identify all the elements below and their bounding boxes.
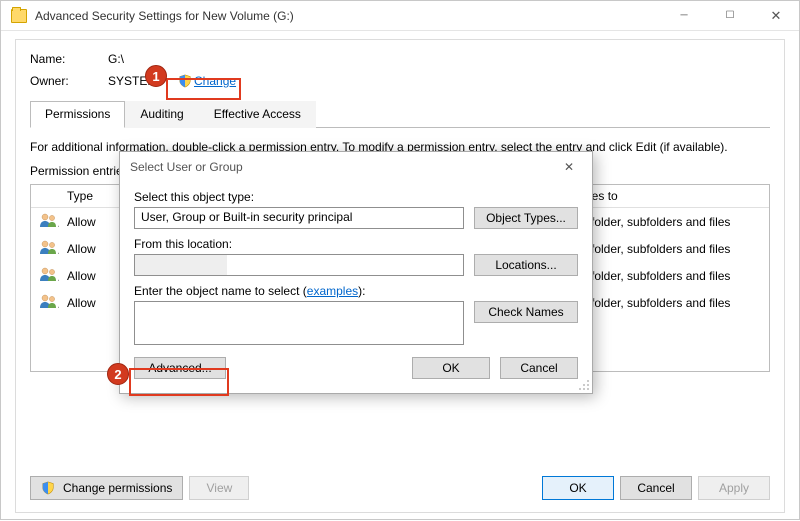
object-type-field[interactable]: User, Group or Built-in security princip… bbox=[134, 207, 464, 229]
tabs: Permissions Auditing Effective Access bbox=[30, 100, 770, 128]
titlebar: Advanced Security Settings for New Volum… bbox=[1, 1, 799, 31]
owner-value: SYSTEM bbox=[108, 74, 178, 88]
change-permissions-button[interactable]: Change permissions bbox=[30, 476, 183, 500]
location-field[interactable] bbox=[134, 254, 464, 276]
users-icon bbox=[39, 267, 57, 281]
dialog-cancel-button[interactable]: Cancel bbox=[500, 357, 578, 379]
shield-icon bbox=[41, 481, 55, 495]
ok-button[interactable]: OK bbox=[542, 476, 614, 500]
object-name-label: Enter the object name to select (example… bbox=[134, 284, 578, 298]
users-icon bbox=[39, 213, 57, 227]
object-name-input[interactable] bbox=[134, 301, 464, 345]
object-type-label: Select this object type: bbox=[134, 190, 578, 204]
shield-icon bbox=[178, 74, 192, 88]
advanced-button[interactable]: Advanced... bbox=[134, 357, 226, 379]
cancel-button[interactable]: Cancel bbox=[620, 476, 692, 500]
minimize-button[interactable]: ─ bbox=[661, 1, 707, 31]
location-label: From this location: bbox=[134, 237, 578, 251]
owner-label: Owner: bbox=[30, 74, 108, 88]
folder-icon bbox=[11, 9, 27, 23]
dialog-title: Select User or Group bbox=[130, 160, 243, 174]
close-button[interactable]: ✕ bbox=[753, 1, 799, 31]
maximize-button[interactable]: ☐ bbox=[707, 1, 753, 31]
locations-button[interactable]: Locations... bbox=[474, 254, 578, 276]
annotation-callout-2: 2 bbox=[107, 363, 129, 385]
tab-permissions[interactable]: Permissions bbox=[30, 101, 125, 128]
annotation-callout-1: 1 bbox=[145, 65, 167, 87]
name-label: Name: bbox=[30, 52, 108, 66]
check-names-button[interactable]: Check Names bbox=[474, 301, 578, 323]
tab-auditing[interactable]: Auditing bbox=[125, 101, 198, 128]
name-value: G:\ bbox=[108, 52, 124, 66]
tab-effective-access[interactable]: Effective Access bbox=[199, 101, 316, 128]
select-user-dialog: Select User or Group ✕ Select this objec… bbox=[119, 151, 593, 394]
change-permissions-label: Change permissions bbox=[63, 481, 172, 495]
window-title: Advanced Security Settings for New Volum… bbox=[35, 9, 294, 23]
view-button: View bbox=[189, 476, 249, 500]
object-types-button[interactable]: Object Types... bbox=[474, 207, 578, 229]
dialog-title-bar: Select User or Group ✕ bbox=[120, 152, 592, 182]
examples-link[interactable]: examples bbox=[307, 284, 358, 298]
resize-grip-icon[interactable] bbox=[578, 379, 590, 391]
dialog-ok-button[interactable]: OK bbox=[412, 357, 490, 379]
dialog-close-button[interactable]: ✕ bbox=[554, 154, 584, 180]
users-icon bbox=[39, 294, 57, 308]
users-icon bbox=[39, 240, 57, 254]
col-type[interactable]: Type bbox=[59, 185, 117, 207]
apply-button: Apply bbox=[698, 476, 770, 500]
change-owner-link[interactable]: Change bbox=[194, 74, 236, 88]
